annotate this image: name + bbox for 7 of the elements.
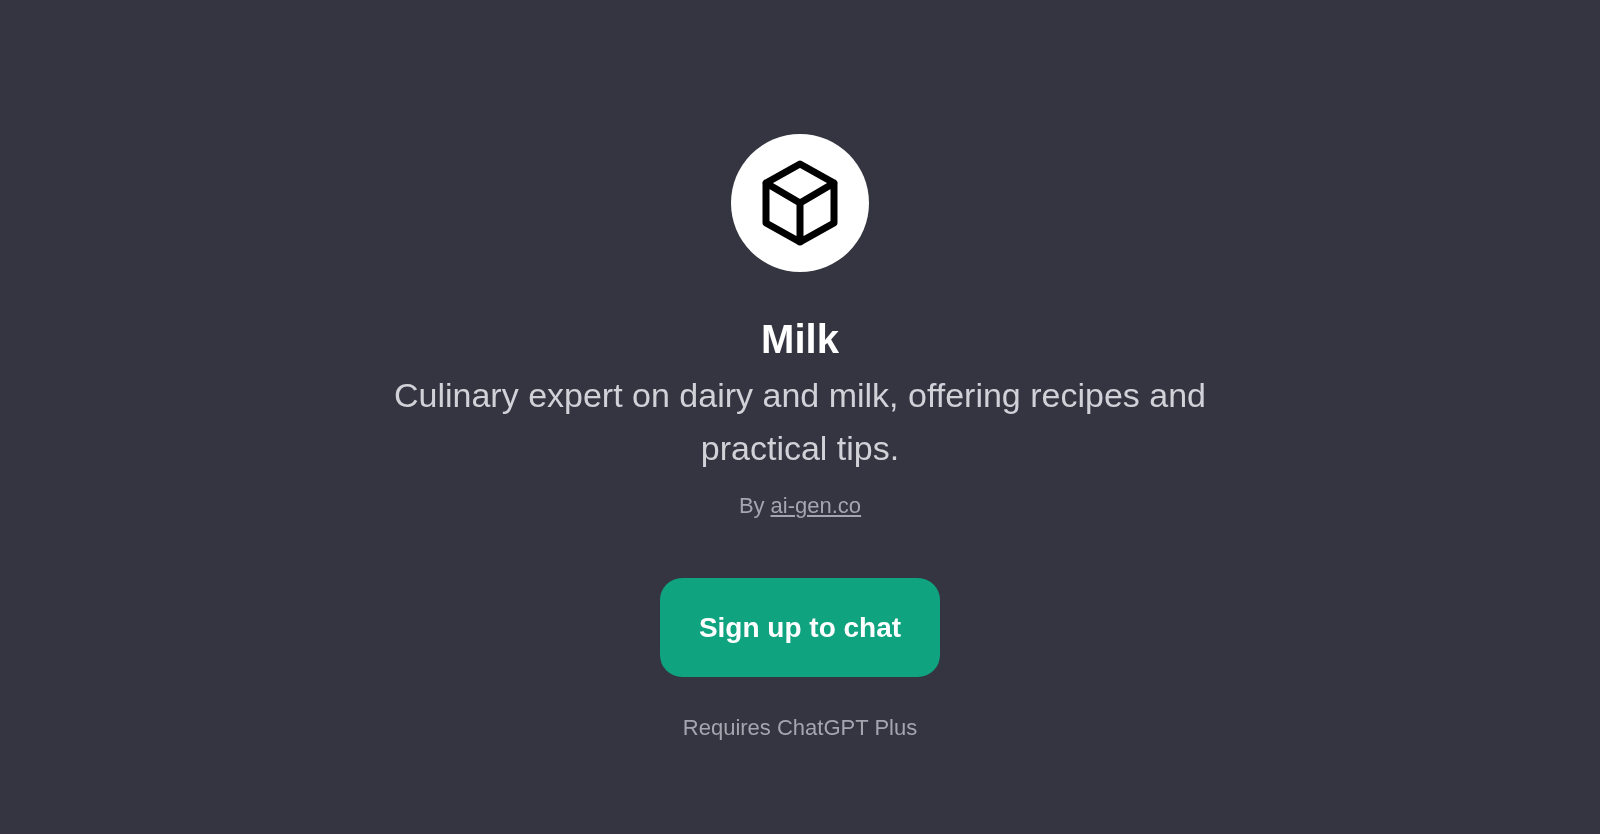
gpt-title: Milk: [761, 316, 839, 363]
cube-icon: [761, 160, 839, 246]
requirement-note: Requires ChatGPT Plus: [682, 714, 918, 742]
gpt-description: Culinary expert on dairy and milk, offering recipes and practical tips.: [393, 375, 1207, 469]
author-link[interactable]: ai-gen.co: [770, 489, 862, 522]
author-label: By: [738, 492, 765, 520]
sign-up-button[interactable]: Sign up to chat: [660, 578, 940, 677]
